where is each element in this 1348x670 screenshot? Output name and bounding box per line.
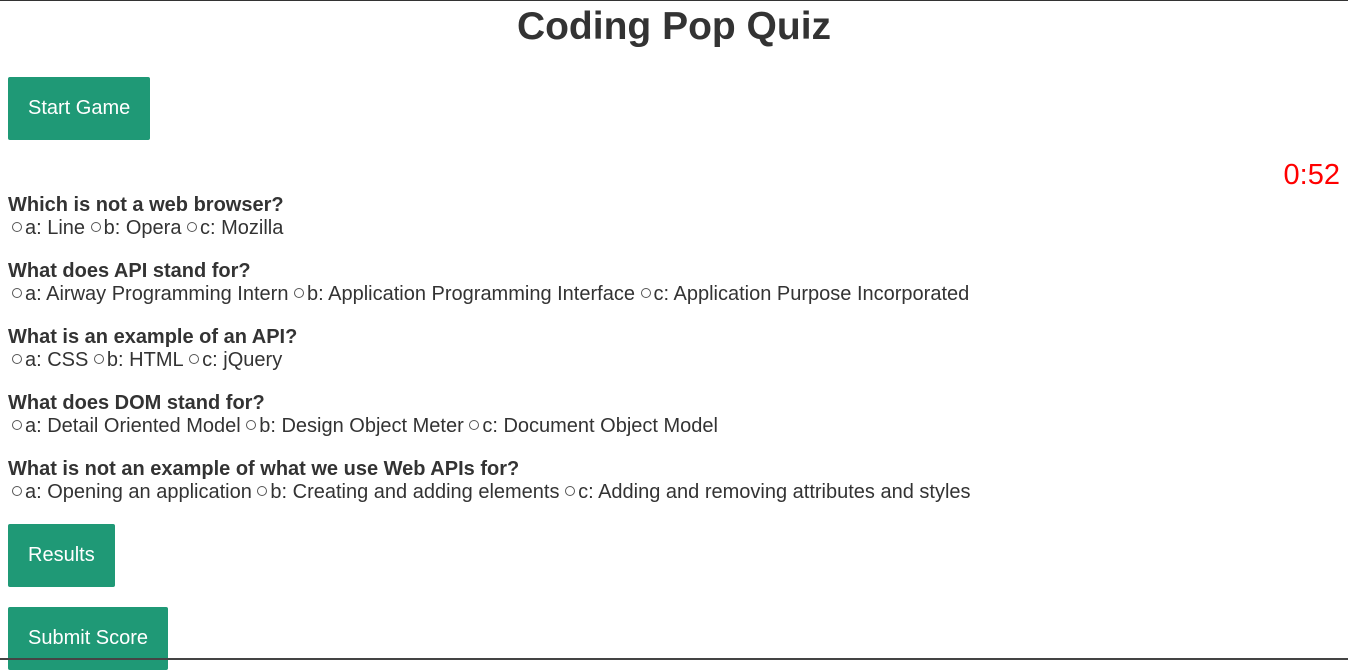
results-button[interactable]: Results (8, 524, 115, 587)
option-label: b: HTML (106, 349, 184, 371)
option-label: a: Airway Programming Intern (25, 283, 289, 305)
radio-button[interactable] (469, 420, 480, 431)
answer-option-b[interactable]: b: Design Object Meter (246, 415, 464, 438)
radio-button[interactable] (12, 420, 22, 431)
question-4: What does DOM stand for? a: Detail Orien… (8, 392, 718, 438)
question-1: Which is not a web browser? a: Line b: O… (8, 194, 284, 240)
radio-button[interactable] (189, 354, 200, 365)
answer-option-b[interactable]: b: Application Programming Interface (294, 283, 635, 306)
radio-button[interactable] (12, 354, 22, 365)
option-label: a: CSS (25, 349, 89, 371)
answer-option-c[interactable]: c: jQuery (189, 349, 282, 372)
answer-option-b[interactable]: b: HTML (93, 349, 184, 372)
radio-button[interactable] (187, 222, 198, 233)
answer-option-a[interactable]: a: Airway Programming Intern (12, 283, 288, 306)
answer-option-c[interactable]: c: Mozilla (187, 217, 283, 240)
answer-option-c[interactable]: c: Document Object Model (469, 415, 718, 438)
page-title: Coding Pop Quiz (516, 5, 832, 48)
question-3: What is an example of an API? a: CSS b: … (8, 326, 297, 372)
radio-button[interactable] (294, 288, 304, 299)
radio-button[interactable] (12, 486, 22, 497)
question-text: What is not an example of what we use We… (8, 458, 520, 480)
answer-option-a[interactable]: a: Line (12, 217, 85, 240)
answer-option-c[interactable]: c: Application Purpose Incorporated (640, 283, 970, 306)
radio-button[interactable] (12, 288, 22, 299)
radio-button[interactable] (257, 486, 268, 497)
answer-options: a: Airway Programming Intern b: Applicat… (8, 283, 969, 306)
option-label: b: Creating and adding elements (270, 481, 560, 503)
answer-option-c[interactable]: c: Adding and removing attributes and st… (565, 481, 971, 504)
question-5: What is not an example of what we use We… (8, 458, 971, 504)
answer-options: a: Line b: Opera c: Mozilla (8, 217, 284, 240)
radio-button[interactable] (640, 288, 651, 299)
option-label: c: jQuery (202, 349, 283, 371)
submit-score-button[interactable]: Submit Score (8, 607, 169, 670)
countdown-timer: 0:52 (1283, 159, 1340, 191)
question-2: What does API stand for? a: Airway Progr… (8, 260, 969, 306)
start-game-button[interactable]: Start Game (8, 77, 151, 140)
option-label: b: Design Object Meter (259, 415, 464, 437)
answer-options: a: Detail Oriented Model b: Design Objec… (8, 415, 718, 438)
radio-button[interactable] (90, 222, 101, 233)
option-label: c: Application Purpose Incorporated (653, 283, 970, 305)
answer-option-a[interactable]: a: CSS (12, 349, 88, 372)
radio-button[interactable] (246, 420, 257, 431)
question-text: What does API stand for? (8, 260, 251, 282)
answer-option-b[interactable]: b: Creating and adding elements (257, 481, 560, 504)
option-label: c: Mozilla (200, 217, 284, 239)
answer-options: a: Opening an application b: Creating an… (8, 481, 971, 504)
answer-option-a[interactable]: a: Detail Oriented Model (12, 415, 241, 438)
option-label: b: Application Programming Interface (307, 283, 635, 305)
radio-button[interactable] (12, 222, 22, 233)
radio-button[interactable] (93, 354, 104, 365)
answer-option-b[interactable]: b: Opera (90, 217, 182, 240)
option-label: a: Line (25, 217, 86, 239)
question-text: What does DOM stand for? (8, 392, 265, 414)
option-label: b: Opera (103, 217, 182, 239)
option-label: c: Adding and removing attributes and st… (578, 481, 971, 503)
option-label: a: Detail Oriented Model (25, 415, 241, 437)
option-label: a: Opening an application (25, 481, 252, 503)
answer-option-a[interactable]: a: Opening an application (12, 481, 252, 504)
answer-options: a: CSS b: HTML c: jQuery (8, 349, 297, 372)
option-label: c: Document Object Model (482, 415, 718, 437)
radio-button[interactable] (565, 486, 576, 497)
question-text: What is an example of an API? (8, 326, 298, 348)
question-text: Which is not a web browser? (8, 194, 284, 216)
